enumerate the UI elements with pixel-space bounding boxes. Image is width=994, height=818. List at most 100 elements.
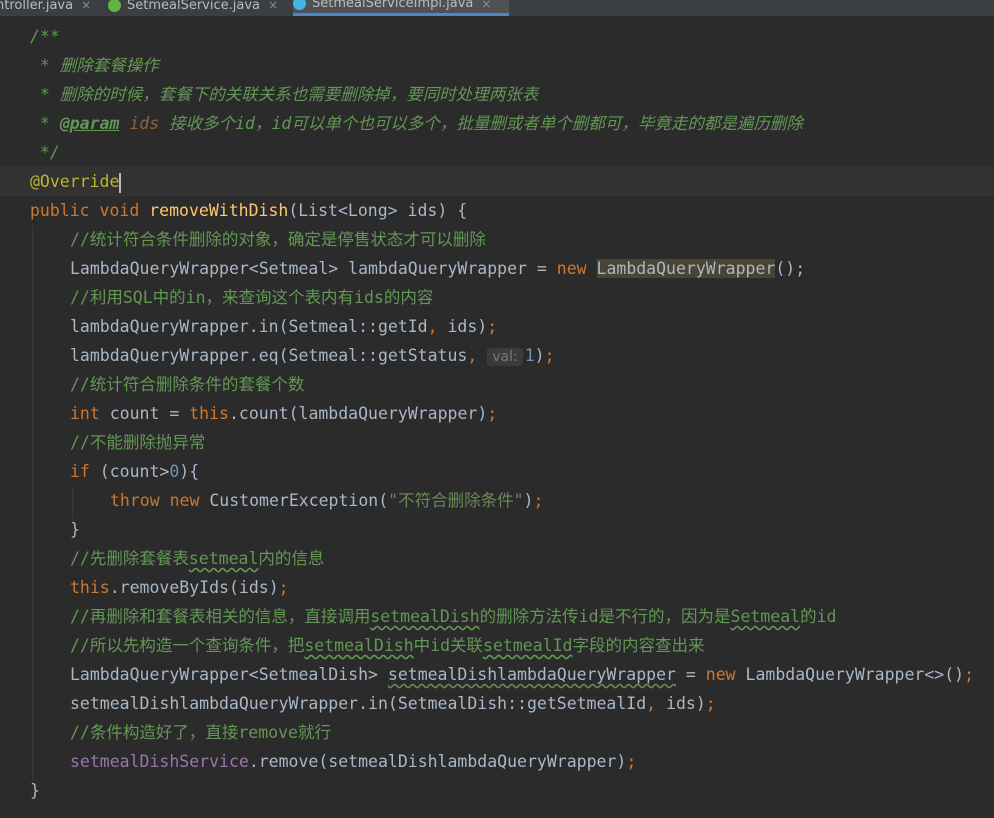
keyword: this	[70, 578, 110, 597]
semicolon: ;	[705, 694, 716, 713]
tab-label: ntroller.java	[0, 0, 74, 13]
line-comment: 中id关联	[413, 636, 484, 655]
code-text: )	[534, 346, 545, 365]
indent-guide	[72, 486, 73, 518]
code-line: LambdaQueryWrapper<SetmealDish> setmealD…	[70, 660, 974, 689]
string-literal: "不符合删除条件"	[388, 491, 524, 510]
close-icon[interactable]: ×	[268, 0, 278, 12]
code-line: int count = this.count(lambdaQueryWrappe…	[70, 399, 497, 428]
keyword: throw	[110, 491, 160, 510]
semicolon: ;	[964, 665, 975, 684]
semicolon: ;	[487, 404, 498, 423]
line-comment: 的删除方法传id是不行的，因为是	[479, 607, 731, 626]
code-text: setmealDishlambdaQueryWrapper.in(Setmeal…	[70, 694, 647, 713]
variable-name: setmealDishlambdaQueryWrapper	[387, 665, 676, 684]
code-line: //先删除套餐表setmeal内的信息	[70, 544, 324, 573]
code-line: LambdaQueryWrapper<Setmeal> lambdaQueryW…	[70, 254, 805, 283]
code-text: ids)	[656, 694, 706, 713]
code-line: * @param ids 接收多个id，id可以单个也可以多个，批量删或者单个删…	[30, 109, 803, 138]
code-line: //利用SQL中的in，来查询这个表内有ids的内容	[70, 283, 433, 312]
code-line: /**	[30, 22, 60, 51]
close-icon[interactable]: ×	[481, 0, 491, 11]
line-comment: 内的信息	[258, 549, 325, 568]
code-line: //所以先构造一个查询条件，把setmealDish中id关联setmealId…	[70, 631, 704, 660]
indent-guide	[32, 226, 33, 786]
code-text: count =	[99, 404, 190, 423]
semicolon: ;	[533, 491, 544, 510]
line-comment: //利用SQL中的in，来查询这个表内有ids的内容	[70, 288, 434, 307]
field-reference: setmealDishService	[70, 752, 249, 771]
keyword: if	[70, 462, 90, 481]
javadoc-text: 接收多个id，id可以单个也可以多个，批量删或者单个删都可，毕竟走的都是遍历删除	[159, 114, 803, 133]
tab-setmeal-service[interactable]: SetmealService.java ×	[108, 0, 278, 16]
tab-setmeal-service-impl[interactable]: SetmealServiceImpl.java ×	[293, 0, 510, 16]
code-line: public void removeWithDish(List<Long> id…	[30, 196, 467, 225]
keyword: new	[556, 259, 587, 278]
code-editor[interactable]: /** * 删除套餐操作 * 删除的时候，套餐下的关联关系也需要删除掉，要同时处…	[0, 16, 994, 818]
code-line: setmealDishService.remove(setmealDishlam…	[70, 747, 636, 776]
number-literal: 0	[169, 462, 180, 481]
code-line: }	[30, 776, 40, 805]
line-comment: //条件构造好了，直接remove就行	[70, 723, 331, 742]
code-line: * 删除套餐操作	[30, 51, 159, 80]
code-line: @Override	[30, 167, 122, 196]
code-line: //不能删除抛异常	[70, 428, 205, 457]
parameter-hint: val:	[487, 348, 523, 366]
closing-brace: }	[70, 520, 80, 539]
code-text: ids)	[437, 317, 488, 336]
line-comment: //先删除套餐表	[70, 549, 189, 568]
tab-label: SetmealService.java	[127, 0, 261, 13]
code-text: .remove(setmealDishlambdaQueryWrapper)	[248, 752, 627, 771]
javadoc-param-tag: @param	[59, 114, 120, 133]
line-comment: 的id	[800, 607, 837, 626]
code-line: * 删除的时候，套餐下的关联关系也需要删除掉，要同时处理两张表	[30, 80, 538, 109]
class-icon	[293, 0, 306, 10]
javadoc-end: */	[30, 143, 60, 162]
semicolon: ;	[544, 346, 555, 365]
code-line: this.removeByIds(ids);	[70, 573, 289, 602]
punctuation: ,	[646, 694, 657, 713]
javadoc-param-name: ids	[129, 114, 160, 133]
line-comment: 字段的内容查出来	[572, 636, 705, 655]
keyword: new	[705, 665, 736, 684]
code-line: //条件构造好了，直接remove就行	[70, 718, 331, 747]
tab-label: SetmealServiceImpl.java	[312, 0, 474, 11]
code-line: //再删除和套餐表相关的信息，直接调用setmealDish的删除方法传id是不…	[70, 602, 836, 631]
code-line: setmealDishlambdaQueryWrapper.in(Setmeal…	[70, 689, 716, 718]
line-comment: //再删除和套餐表相关的信息，直接调用	[70, 607, 371, 626]
code-text: ();	[775, 259, 806, 278]
code-text: lambdaQueryWrapper.in(Setmeal::getId	[70, 317, 428, 336]
editor-tab-bar: ntroller.java × SetmealService.java × Se…	[0, 0, 994, 16]
method-name: removeWithDish	[149, 201, 289, 220]
code-text: ){	[179, 462, 200, 481]
method-params: (List<Long> ids) {	[288, 201, 468, 220]
number-literal: 1	[524, 346, 535, 365]
code-text: .count(lambdaQueryWrapper)	[228, 404, 488, 423]
code-text: LambdaQueryWrapper<Setmeal> lambdaQueryW…	[70, 259, 557, 278]
text-caret	[119, 172, 122, 193]
code-line: lambdaQueryWrapper.in(Setmeal::getId, id…	[70, 312, 497, 341]
comment-identifier: setmeal	[188, 549, 259, 568]
keyword: new	[169, 491, 200, 510]
interface-icon	[108, 0, 121, 12]
comment-identifier: setmealDish	[304, 636, 414, 655]
line-comment: //所以先构造一个查询条件，把	[70, 636, 305, 655]
code-text: CustomerException(	[199, 491, 389, 510]
code-line: //统计符合删除条件的套餐个数	[70, 370, 304, 399]
code-text: )	[523, 491, 534, 510]
punctuation: ,	[427, 317, 438, 336]
close-icon[interactable]: ×	[81, 0, 91, 12]
code-line: if (count>0){	[70, 457, 199, 486]
javadoc-text: * 删除套餐操作	[30, 56, 159, 75]
line-comment: //统计符合删除条件的套餐个数	[70, 375, 305, 394]
code-line: }	[70, 515, 80, 544]
keyword: public	[30, 201, 90, 220]
line-comment: //统计符合条件删除的对象，确定是停售状态才可以删除	[70, 230, 486, 249]
comment-identifier: Setmeal	[730, 607, 801, 626]
javadoc-prefix: *	[30, 114, 60, 133]
line-comment: //不能删除抛异常	[70, 433, 206, 452]
javadoc-text: * 删除的时候，套餐下的关联关系也需要删除掉，要同时处理两张表	[30, 85, 539, 104]
punctuation: ,	[467, 346, 478, 365]
tab-controller[interactable]: ntroller.java ×	[0, 0, 91, 16]
code-line: */	[30, 138, 60, 167]
